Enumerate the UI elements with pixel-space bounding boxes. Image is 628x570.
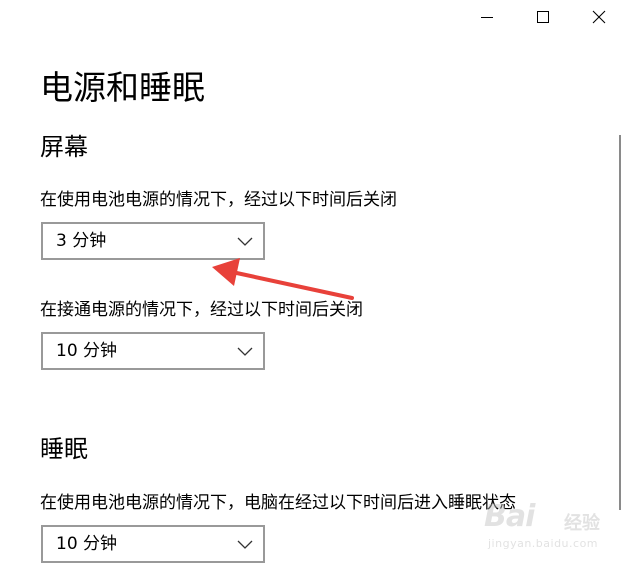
chevron-down-icon	[237, 237, 253, 246]
screen-battery-value: 3 分钟	[56, 231, 107, 251]
screen-plugged-dropdown[interactable]: 10 分钟	[41, 332, 265, 370]
close-icon	[592, 10, 606, 24]
minimize-icon	[481, 17, 493, 18]
scrollbar[interactable]	[619, 135, 621, 510]
sleep-battery-label: 在使用电池电源的情况下，电脑在经过以下时间后进入睡眠状态	[40, 493, 516, 513]
watermark-url: jingyan.baidu.com	[488, 537, 599, 550]
screen-plugged-label: 在接通电源的情况下，经过以下时间后关闭	[40, 300, 363, 320]
sleep-section-heading: 睡眠	[40, 435, 88, 463]
screen-section-heading: 屏幕	[40, 133, 88, 161]
screen-plugged-value: 10 分钟	[56, 341, 118, 361]
maximize-button[interactable]	[518, 0, 568, 34]
page-title: 电源和睡眠	[40, 68, 205, 107]
chevron-down-icon	[237, 540, 253, 549]
chevron-down-icon	[237, 347, 253, 356]
sleep-battery-value: 10 分钟	[56, 534, 118, 554]
minimize-button[interactable]	[462, 0, 512, 34]
maximize-icon	[537, 11, 549, 23]
sleep-battery-dropdown[interactable]: 10 分钟	[41, 525, 265, 563]
screen-battery-dropdown[interactable]: 3 分钟	[41, 222, 265, 260]
baidu-jingyan-watermark: Bai 经验 jingyan.baidu.com	[478, 497, 608, 557]
screen-battery-label: 在使用电池电源的情况下，经过以下时间后关闭	[40, 190, 397, 210]
watermark-brand: Bai	[484, 499, 535, 534]
watermark-sub: 经验	[564, 513, 600, 534]
close-button[interactable]	[574, 0, 624, 34]
